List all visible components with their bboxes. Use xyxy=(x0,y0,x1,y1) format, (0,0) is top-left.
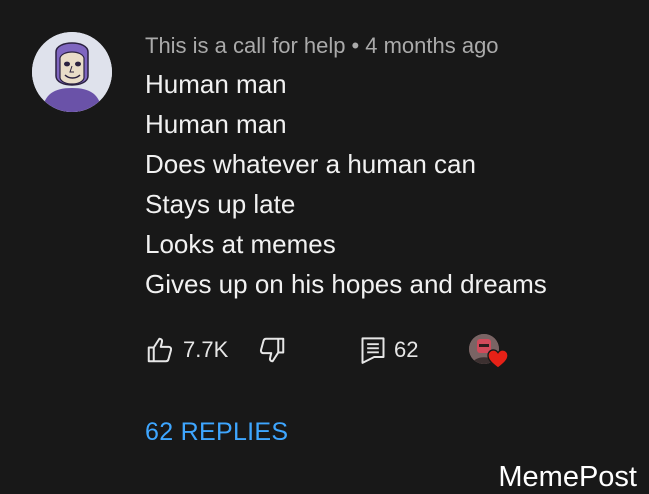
author-name[interactable]: This is a call for help xyxy=(145,33,346,58)
author-avatar[interactable] xyxy=(32,32,112,112)
thumbs-up-icon xyxy=(147,337,173,363)
comment-line: Stays up late xyxy=(145,189,296,219)
watermark: MemePost xyxy=(498,461,637,493)
comment-meta: This is a call for help • 4 months ago xyxy=(145,32,499,60)
comment-actions: 7.7K 62 xyxy=(145,333,525,369)
dislike-button[interactable] xyxy=(257,333,287,367)
heart-icon xyxy=(487,349,509,369)
comment-line: Human man xyxy=(145,109,287,139)
reply-count: 62 xyxy=(394,337,419,362)
meta-separator: • xyxy=(351,33,360,58)
comment-line: Gives up on his hopes and dreams xyxy=(145,269,547,299)
creator-heart xyxy=(467,333,511,369)
comment-line: Human man xyxy=(145,69,287,99)
comment-time[interactable]: 4 months ago xyxy=(365,33,498,58)
comment-line: Looks at memes xyxy=(145,229,336,259)
like-button[interactable]: 7.7K xyxy=(145,333,228,367)
avatar-image xyxy=(32,32,112,112)
thumbs-down-icon xyxy=(259,337,285,363)
comment-line: Does whatever a human can xyxy=(145,149,476,179)
comment-icon xyxy=(361,337,385,364)
reply-button[interactable]: 62 xyxy=(360,333,418,367)
like-count: 7.7K xyxy=(183,337,229,362)
view-replies-button[interactable]: 62 REPLIES xyxy=(145,418,288,447)
comment-text: Human man Human man Does whatever a huma… xyxy=(145,64,547,304)
